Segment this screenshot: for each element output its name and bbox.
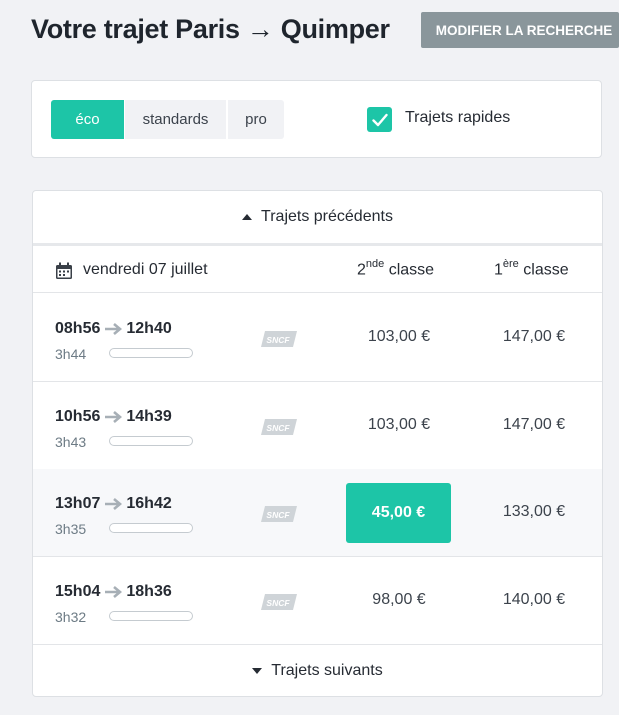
arrow-right-icon [105,323,123,335]
departure-time: 15h04 [55,583,101,600]
trip-times: 10h56 14h39 [55,408,172,426]
trip-times: 15h04 18h36 [55,583,172,601]
occupancy-bar [109,436,193,446]
check-icon [371,113,388,126]
fast-trips-checkbox[interactable] [367,107,392,132]
price-first-class[interactable]: 147,00 € [469,328,599,346]
price-first-class[interactable]: 133,00 € [469,503,599,521]
modify-search-button[interactable]: MODIFIER LA RECHERCHE [421,12,619,48]
results-header: vendredi 07 juillet 2nde classe 1ère cla… [33,249,602,293]
sncf-logo: SNCF [261,331,297,347]
arrow-right-icon [105,498,123,510]
previous-trips-label: Trajets précédents [261,208,393,225]
trip-row[interactable]: 13h07 16h42 3h35 SNCF 45,00 € 133,00 € [33,469,602,557]
occupancy-bar [109,523,193,533]
second-class-header: 2nde classe [357,258,435,279]
sncf-logo: SNCF [261,419,297,435]
arrival-time: 16h42 [126,495,172,512]
trip-row[interactable]: 10h56 14h39 3h43 SNCF 103,00 € 147,00 € [33,382,602,470]
svg-text:SNCF: SNCF [266,598,290,608]
trip-row[interactable]: 15h04 18h36 3h32 SNCF 98,00 € 140,00 € [33,557,602,645]
departure-time: 13h07 [55,495,101,512]
occupancy-bar [109,348,193,358]
segment-eco[interactable]: éco [51,100,124,139]
trip-duration: 3h44 [55,346,87,362]
trip-duration: 3h35 [55,521,87,537]
sncf-logo: SNCF [261,506,297,522]
first-class-header: 1ère classe [494,258,569,279]
trip-times: 13h07 16h42 [55,495,172,513]
svg-text:SNCF: SNCF [266,335,290,345]
price-first-class[interactable]: 147,00 € [469,416,599,434]
departure-time: 10h56 [55,408,101,425]
travel-date: vendredi 07 juillet [83,261,208,278]
trip-row[interactable]: 08h56 12h40 3h44 SNCF 103,00 € 147,00 € [33,294,602,382]
trip-duration: 3h32 [55,609,87,625]
price-second-class-selected[interactable]: 45,00 € [346,483,451,543]
trip-times: 08h56 12h40 [55,320,172,338]
arrow-right-icon [105,411,123,423]
results-card: Trajets précédents vendredi 07 juillet 2… [32,190,603,697]
arrival-time: 12h40 [126,320,172,337]
segment-standards[interactable]: standards [125,100,226,139]
arrival-time: 18h36 [126,583,172,600]
svg-text:SNCF: SNCF [266,510,290,520]
page-title: Votre trajet Paris → Quimper [31,14,390,44]
trip-duration: 3h43 [55,434,87,450]
svg-text:SNCF: SNCF [266,423,290,433]
departure-time: 08h56 [55,320,101,337]
price-second-class[interactable]: 98,00 € [334,591,464,609]
next-trips-label: Trajets suivants [271,661,383,679]
arrival-time: 14h39 [126,408,172,425]
caret-down-icon [252,667,263,674]
next-trips-link[interactable]: Trajets suivants [33,643,602,696]
arrow-right-icon [105,586,123,598]
price-second-class[interactable]: 103,00 € [334,416,464,434]
filter-card: éco standards pro Trajets rapides [31,80,602,158]
sncf-logo: SNCF [261,594,297,610]
caret-up-icon [242,214,253,220]
previous-trips-link[interactable]: Trajets précédents [33,191,602,246]
price-second-class[interactable]: 103,00 € [334,328,464,346]
calendar-icon [56,262,72,279]
occupancy-bar [109,611,193,621]
price-first-class[interactable]: 140,00 € [469,591,599,609]
segment-pro[interactable]: pro [228,100,284,139]
fast-trips-label[interactable]: Trajets rapides [405,109,510,127]
